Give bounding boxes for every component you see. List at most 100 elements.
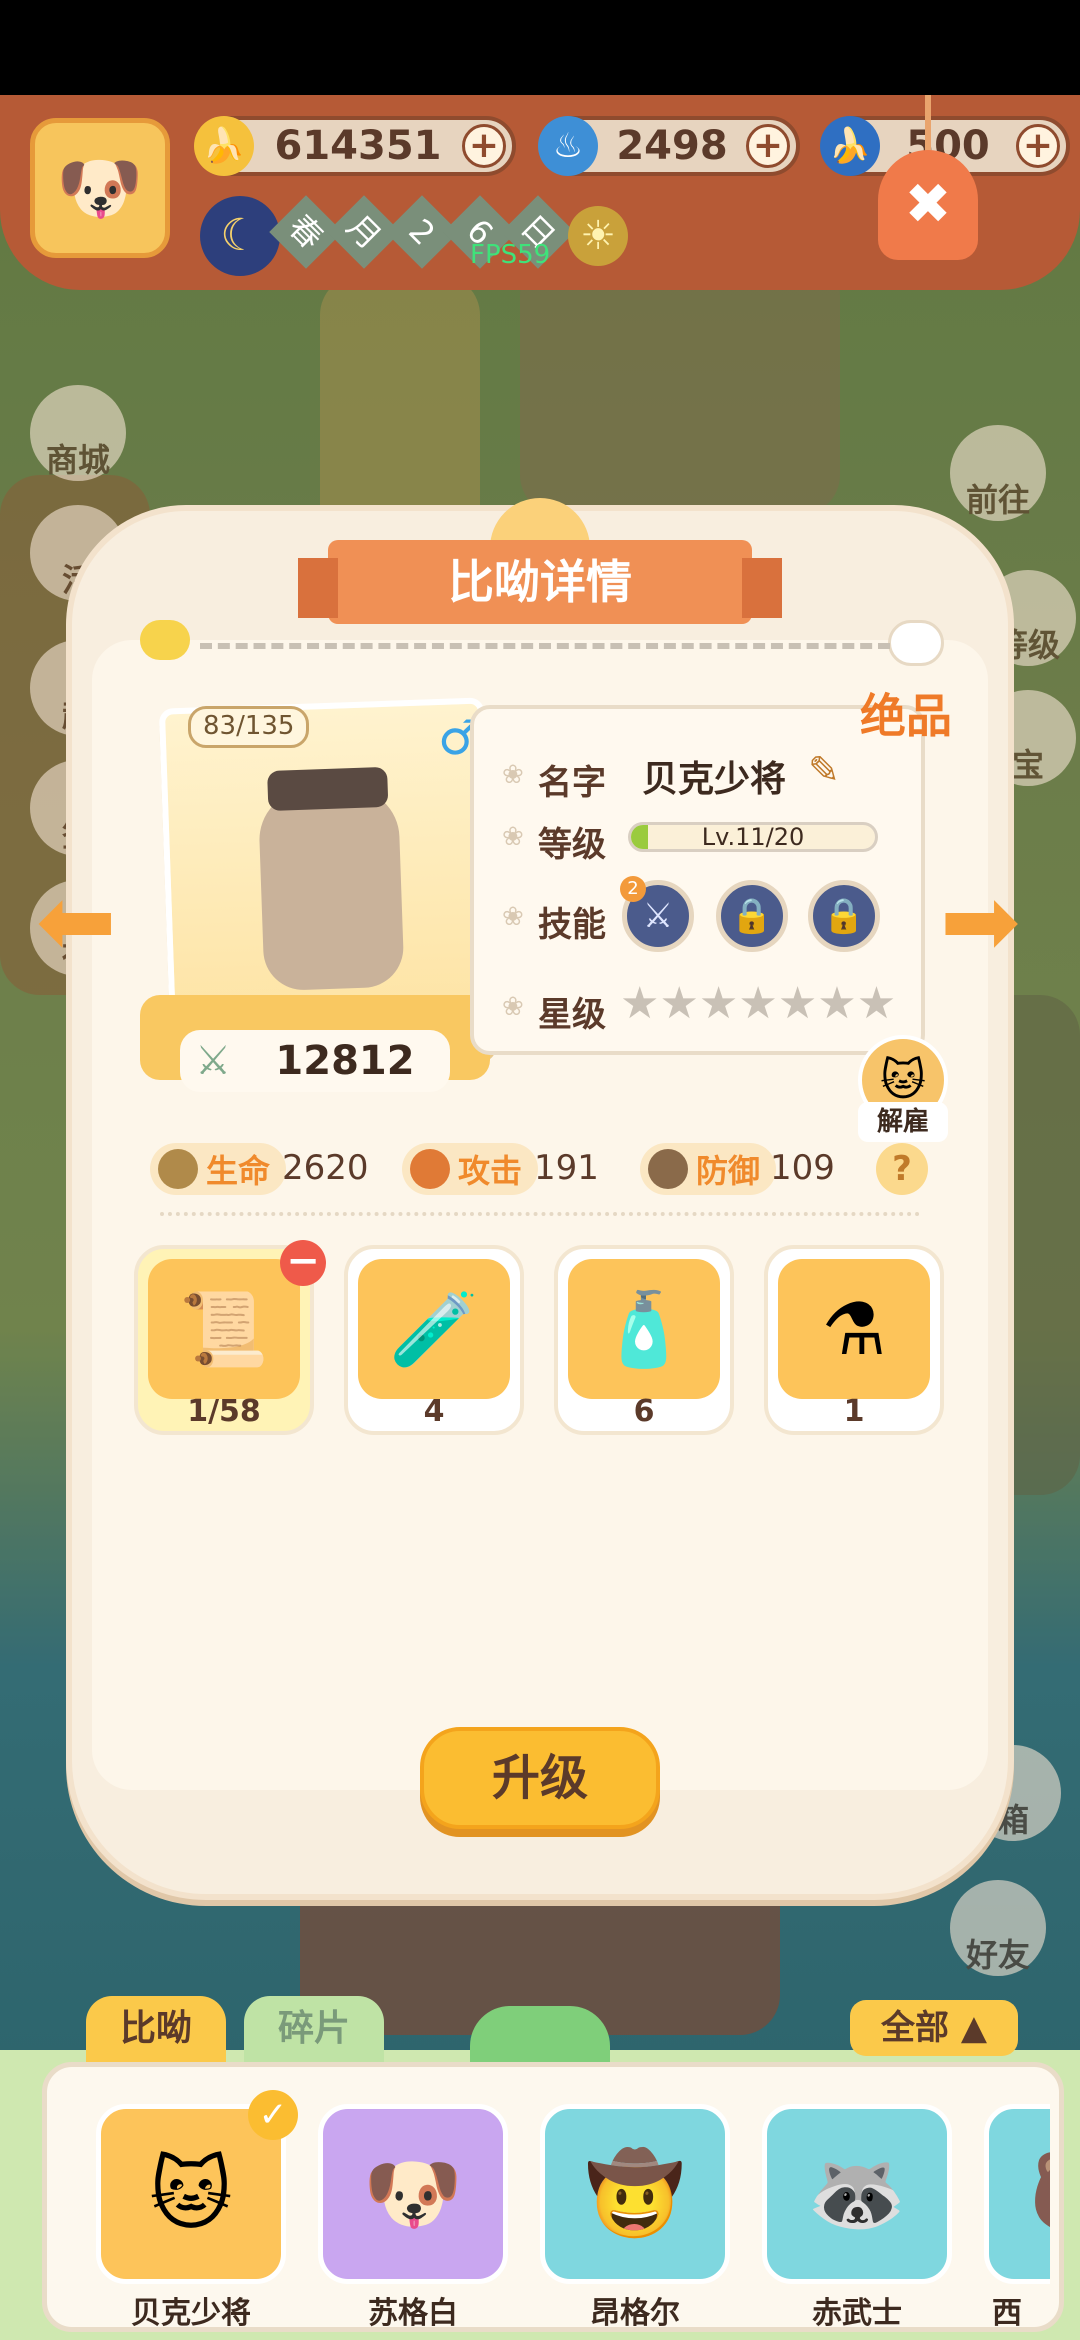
stat-attack: 攻击 bbox=[402, 1143, 539, 1195]
purple-potion-icon: ⚗ bbox=[778, 1259, 930, 1399]
hero-list: 🐱 贝克少将 ✓ 🐶 苏格白 🤠 昂格尔 🦝 赤武士 🐻 西 bbox=[70, 2090, 1050, 2330]
banana-add-button[interactable]: + bbox=[462, 124, 506, 168]
hero-name: 昂格尔 bbox=[590, 2296, 680, 2330]
blue-banana-icon: 🍌 bbox=[820, 116, 880, 176]
banana-count: 614351 bbox=[274, 123, 442, 169]
dismiss-button[interactable]: 解雇 bbox=[858, 1102, 948, 1142]
paw-icon: ❀ bbox=[502, 760, 524, 790]
side-shop-label: 商城 bbox=[45, 441, 110, 479]
star-icon: ★ bbox=[659, 978, 699, 1029]
side-shop-button[interactable]: 商城 bbox=[30, 385, 126, 481]
power-box: ⚔ 12812 bbox=[180, 1030, 450, 1092]
moon-icon: ☾ bbox=[200, 196, 280, 276]
fps-counter: FPS59 bbox=[470, 240, 551, 270]
flame-add-button[interactable]: + bbox=[746, 124, 790, 168]
skill-slot-3-locked[interactable]: 🔒 bbox=[808, 880, 880, 952]
item-count: 1 bbox=[843, 1394, 865, 1429]
character-figure bbox=[257, 786, 405, 992]
remove-icon[interactable]: − bbox=[280, 1240, 326, 1286]
player-avatar[interactable]: 🐶 bbox=[30, 118, 170, 258]
hero-card[interactable]: 🐻 西 bbox=[984, 2104, 1050, 2330]
stat-defense: 防御 bbox=[640, 1143, 777, 1195]
paw-icon: ❀ bbox=[502, 992, 524, 1022]
stat-life-label: 生命 bbox=[206, 1152, 271, 1190]
hero-portrait: 🐻 bbox=[984, 2104, 1050, 2284]
blue-potion-icon: 🧴 bbox=[568, 1259, 720, 1399]
rarity-badge: 绝品 bbox=[860, 689, 952, 743]
side-treasure-label: 宝 bbox=[1011, 746, 1044, 784]
stat-defense-label: 防御 bbox=[696, 1152, 761, 1190]
name-value: 贝克少将 bbox=[642, 759, 787, 800]
skill-label: 技能 bbox=[538, 905, 606, 945]
yellow-bird-icon bbox=[140, 620, 190, 660]
hero-portrait: 🐶 bbox=[318, 2104, 508, 2284]
star-icon: ★ bbox=[738, 978, 778, 1029]
card-title: 比呦详情 bbox=[448, 555, 632, 609]
star-rating: ★ ★ ★ ★ ★ ★ ★ bbox=[620, 978, 900, 1029]
blue-banana-add-button[interactable]: + bbox=[1016, 124, 1060, 168]
stat-life-value: 2620 bbox=[282, 1148, 369, 1188]
close-icon[interactable]: ✖ bbox=[878, 150, 978, 260]
star-icon: ★ bbox=[698, 978, 739, 1029]
hero-name: 苏格白 bbox=[368, 2296, 458, 2330]
prev-arrow-icon[interactable]: ⬅ bbox=[36, 873, 146, 969]
level-label: 等级 bbox=[538, 825, 606, 865]
side-friends-button[interactable]: 好友 bbox=[950, 1880, 1046, 1976]
sun-icon: ☀ bbox=[568, 206, 628, 266]
hero-card[interactable]: 🤠 昂格尔 bbox=[540, 2104, 730, 2330]
item-slot-blue-potion[interactable]: 🧴 6 bbox=[554, 1245, 734, 1435]
item-slot-purple-potion[interactable]: ⚗ 1 bbox=[764, 1245, 944, 1435]
hero-portrait: 🤠 bbox=[540, 2104, 730, 2284]
hero-name: 赤武士 bbox=[812, 2296, 902, 2330]
tab-fragments[interactable]: 碎片 bbox=[244, 1996, 384, 2062]
white-bird-icon bbox=[888, 620, 944, 666]
resource-flame: ♨ 2498 + bbox=[538, 116, 800, 176]
side-goto-label: 前往 bbox=[965, 481, 1030, 519]
hero-card[interactable]: 🐶 苏格白 bbox=[318, 2104, 508, 2330]
edit-pencil-icon[interactable]: ✎ bbox=[808, 748, 840, 792]
level-bar: Lv.11/20 bbox=[628, 822, 878, 852]
star-icon: ★ bbox=[817, 978, 857, 1029]
stats-divider bbox=[160, 1212, 920, 1216]
triangle-up-icon: ▲ bbox=[960, 2008, 987, 2048]
stat-defense-value: 109 bbox=[770, 1148, 835, 1188]
check-icon: ✓ bbox=[248, 2090, 298, 2140]
character-hat bbox=[267, 766, 389, 812]
scroll-icon: 📜 bbox=[148, 1259, 300, 1399]
item-slot-green-potion[interactable]: 🧪 4 bbox=[344, 1245, 524, 1435]
hero-card[interactable]: 🦝 赤武士 bbox=[762, 2104, 952, 2330]
stat-attack-value: 191 bbox=[534, 1148, 599, 1188]
title-ribbon: 比呦详情 bbox=[298, 540, 782, 624]
star-label: 星级 bbox=[538, 995, 606, 1035]
green-potion-icon: 🧪 bbox=[358, 1259, 510, 1399]
next-arrow-icon[interactable]: ➡ bbox=[940, 873, 1050, 969]
skill-slot-2-locked[interactable]: 🔒 bbox=[716, 880, 788, 952]
hero-portrait: 🦝 bbox=[762, 2104, 952, 2284]
power-value: 12812 bbox=[275, 1038, 415, 1084]
help-button[interactable]: ? bbox=[876, 1143, 928, 1195]
swords-icon: ⚔ bbox=[195, 1038, 231, 1084]
tab-biyou[interactable]: 比呦 bbox=[86, 1996, 226, 2062]
star-icon: ★ bbox=[620, 978, 660, 1029]
attack-icon bbox=[410, 1149, 450, 1189]
item-count: 1/58 bbox=[187, 1394, 261, 1429]
item-count: 4 bbox=[423, 1394, 445, 1429]
banana-icon: 🍌 bbox=[194, 116, 254, 176]
upgrade-button[interactable]: 升级 bbox=[420, 1727, 660, 1829]
filter-label: 全部 bbox=[881, 2008, 949, 2048]
paw-icon: ❀ bbox=[502, 822, 524, 852]
paw-icon: ❀ bbox=[502, 902, 524, 932]
close-string bbox=[925, 95, 931, 155]
filter-dropdown[interactable]: 全部 ▲ bbox=[850, 2000, 1018, 2056]
side-friends-label: 好友 bbox=[965, 1936, 1030, 1974]
level-value: Lv.11/20 bbox=[701, 823, 805, 851]
name-label: 名字 bbox=[538, 763, 606, 803]
status-bar bbox=[0, 0, 1080, 95]
hero-card[interactable]: 🐱 贝克少将 bbox=[96, 2104, 286, 2330]
skill-count-badge: 2 bbox=[620, 876, 646, 902]
star-icon: ★ bbox=[777, 978, 818, 1029]
stat-attack-label: 攻击 bbox=[458, 1152, 523, 1190]
blue-flame-icon: ♨ bbox=[538, 116, 598, 176]
side-goto-button[interactable]: 前往 bbox=[950, 425, 1046, 521]
life-icon bbox=[158, 1149, 198, 1189]
